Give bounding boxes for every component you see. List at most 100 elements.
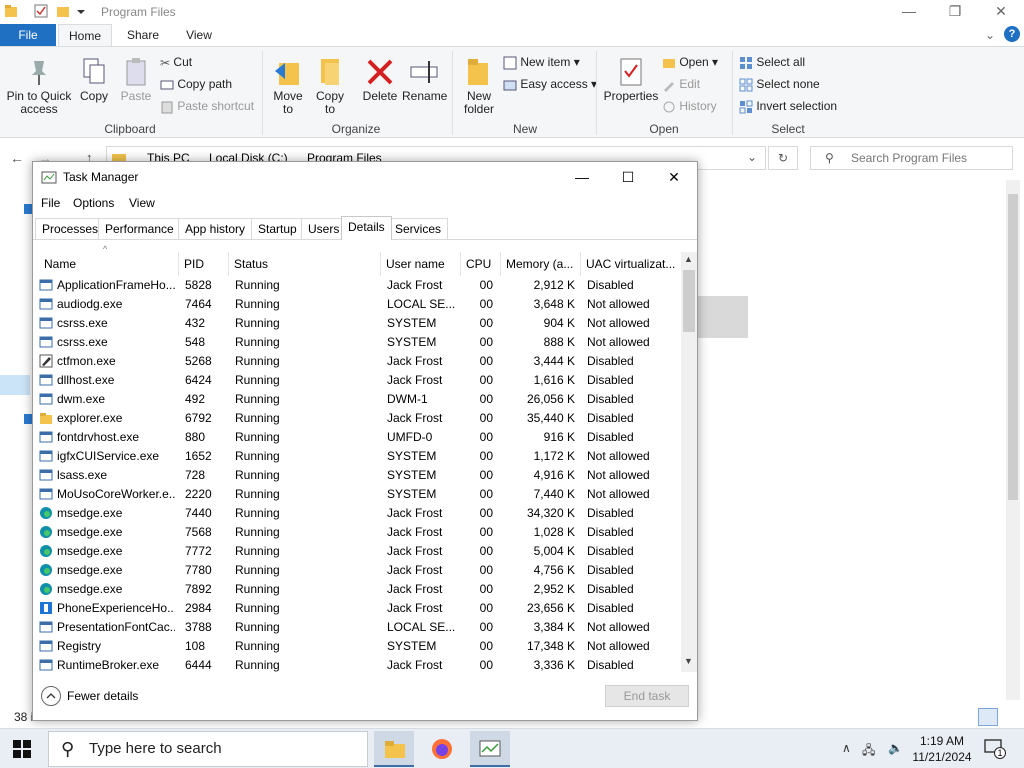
chevron-down-icon[interactable]: ⌄ [747, 150, 757, 164]
new-folder-qa-icon[interactable] [56, 4, 70, 18]
table-row[interactable]: RuntimeBroker.exe 6444 Running Jack Frost 00… [33, 656, 681, 672]
new-item-button[interactable]: New item ▾ [503, 53, 580, 71]
properties-qa-icon[interactable] [34, 4, 48, 18]
menu-file[interactable]: File [41, 196, 60, 210]
tab-processes[interactable]: Processes [35, 218, 106, 240]
chevron-up-icon[interactable]: ∧ [842, 741, 851, 755]
taskbar-file-explorer[interactable] [374, 731, 414, 767]
tab-share[interactable]: Share [118, 24, 168, 46]
table-row[interactable]: dwm.exe 492 Running DWM-1 00 26,056 K Disabled [33, 390, 681, 409]
table-row[interactable]: Registry 108 Running SYSTEM 00 17,348 K Not al… [33, 637, 681, 656]
table-scrollbar-thumb[interactable] [683, 270, 695, 332]
table-row[interactable]: csrss.exe 548 Running SYSTEM 00 888 K Not allo… [33, 333, 681, 352]
maximize-button[interactable]: ☐ [605, 162, 651, 192]
large-icons-view-icon[interactable] [1002, 708, 1020, 726]
explorer-scrollbar-thumb[interactable] [1008, 194, 1018, 500]
tab-app-history[interactable]: App history [178, 218, 253, 240]
column-header-status[interactable]: Status [229, 252, 381, 276]
menu-options[interactable]: Options [73, 196, 114, 210]
table-row[interactable]: msedge.exe 7892 Running Jack Frost 00 2,952 K… [33, 580, 681, 599]
details-view-icon[interactable] [978, 708, 998, 726]
close-button[interactable]: ✕ [651, 162, 697, 192]
copy-path-button[interactable]: Copy path [160, 75, 232, 93]
select-all-button[interactable]: Select all [739, 53, 805, 71]
invert-selection-button[interactable]: Invert selection [739, 97, 837, 115]
table-row[interactable]: PresentationFontCac... 3788 Running LOCAL S… [33, 618, 681, 637]
column-header-memory[interactable]: Memory (a... [501, 252, 581, 276]
selected-folder-item[interactable] [698, 296, 748, 338]
volume-icon[interactable]: 🔈 [888, 741, 903, 755]
close-button[interactable]: ✕ [978, 0, 1024, 24]
tab-startup[interactable]: Startup [251, 218, 304, 240]
end-task-button[interactable]: End task [605, 685, 689, 707]
fewer-details-button[interactable]: Fewer details [41, 686, 138, 706]
scroll-up-icon[interactable]: ▲ [684, 254, 693, 264]
tab-services[interactable]: Services [388, 218, 449, 240]
tab-view[interactable]: View [176, 24, 222, 46]
table-row[interactable]: explorer.exe 6792 Running Jack Frost 00 35,44… [33, 409, 681, 428]
easy-access-button[interactable]: Easy access ▾ [503, 75, 597, 93]
table-row[interactable]: PhoneExperienceHo... 2984 Running Jack Fros… [33, 599, 681, 618]
cell-memory: 17,348 K [526, 639, 575, 653]
edit-button[interactable]: Edit [662, 75, 700, 93]
windows-start-icon[interactable] [12, 739, 32, 759]
table-row[interactable]: audiodg.exe 7464 Running LOCAL SE... 00 3,648… [33, 295, 681, 314]
search-input[interactable]: ⚲ Search Program Files [810, 146, 1013, 170]
cell-cpu: 00 [479, 658, 493, 672]
paste-shortcut-button[interactable]: Paste shortcut [160, 97, 254, 115]
back-arrow-icon[interactable]: ← [10, 150, 24, 166]
column-header-cpu[interactable]: CPU [461, 252, 501, 276]
minimize-button[interactable]: — [886, 0, 932, 24]
select-none-label: Select none [756, 77, 820, 91]
move-to-button[interactable]: Move to [270, 57, 306, 116]
taskbar-search-input[interactable]: ⚲ Type here to search [48, 731, 368, 767]
help-icon[interactable]: ? [1004, 26, 1020, 42]
notification-icon[interactable]: 1 [984, 739, 1006, 759]
table-row[interactable]: MoUsoCoreWorker.e... 2220 Running SYSTEM 00 7… [33, 485, 681, 504]
cut-button[interactable]: ✂ Cut [160, 53, 192, 71]
open-button[interactable]: Open ▾ [662, 53, 718, 71]
table-row[interactable]: msedge.exe 7568 Running Jack Frost 00 1,028 K… [33, 523, 681, 542]
column-header-uac[interactable]: UAC virtualizat... [581, 252, 679, 276]
table-row[interactable]: csrss.exe 432 Running SYSTEM 00 904 K Not allo… [33, 314, 681, 333]
column-header-pid[interactable]: PID [179, 252, 229, 276]
tab-file[interactable]: File [0, 24, 56, 46]
select-none-button[interactable]: Select none [739, 75, 820, 93]
copy-button[interactable]: Copy [76, 57, 112, 103]
rename-button[interactable]: Rename [402, 57, 447, 103]
table-row[interactable]: igfxCUIService.exe 1652 Running SYSTEM 00 1,1… [33, 447, 681, 466]
column-header-username[interactable]: User name [381, 252, 461, 276]
properties-button[interactable]: Properties [602, 57, 660, 103]
table-row[interactable]: msedge.exe 7780 Running Jack Frost 00 4,756 K… [33, 561, 681, 580]
minimize-button[interactable]: — [559, 162, 605, 192]
copy-to-button[interactable]: Copy to [312, 57, 348, 116]
history-button[interactable]: History [662, 97, 717, 115]
tab-home[interactable]: Home [58, 24, 112, 46]
table-row[interactable]: ApplicationFrameHo... 5828 Running Jack Fro… [33, 276, 681, 295]
taskbar-clock[interactable]: 1:19 AM 11/21/2024 [910, 733, 974, 765]
nav-pane-selected-item[interactable] [0, 375, 30, 395]
new-folder-button[interactable]: New folder [460, 57, 498, 116]
table-row[interactable]: lsass.exe 728 Running SYSTEM 00 4,916 K Not al… [33, 466, 681, 485]
table-row[interactable]: ctfmon.exe 5268 Running Jack Frost 00 3,444 K… [33, 352, 681, 371]
taskbar-task-manager[interactable] [470, 731, 510, 767]
menu-view[interactable]: View [129, 196, 155, 210]
tab-details[interactable]: Details [341, 216, 392, 240]
tab-performance[interactable]: Performance [98, 218, 181, 240]
tab-users[interactable]: Users [301, 218, 347, 240]
maximize-button[interactable]: ❐ [932, 0, 978, 24]
table-row[interactable]: fontdrvhost.exe 880 Running UMFD-0 00 916 K Di… [33, 428, 681, 447]
refresh-button[interactable]: ↻ [768, 146, 798, 170]
chevron-down-icon[interactable] [76, 4, 90, 18]
paste-button[interactable]: Paste [118, 57, 154, 103]
table-row[interactable]: msedge.exe 7772 Running Jack Frost 00 5,004 K… [33, 542, 681, 561]
chevron-down-icon[interactable]: ⌄ [985, 28, 995, 42]
delete-button[interactable]: Delete [360, 57, 400, 103]
network-icon[interactable]: 🖧 [862, 741, 875, 762]
scroll-down-icon[interactable]: ▼ [684, 656, 693, 666]
pin-quick-access-button[interactable]: Pin to Quick access [4, 57, 74, 116]
table-row[interactable]: msedge.exe 7440 Running Jack Frost 00 34,320 … [33, 504, 681, 523]
taskbar-firefox[interactable] [422, 731, 462, 767]
column-header-name[interactable]: Name [39, 252, 179, 276]
table-row[interactable]: dllhost.exe 6424 Running Jack Frost 00 1,616 … [33, 371, 681, 390]
